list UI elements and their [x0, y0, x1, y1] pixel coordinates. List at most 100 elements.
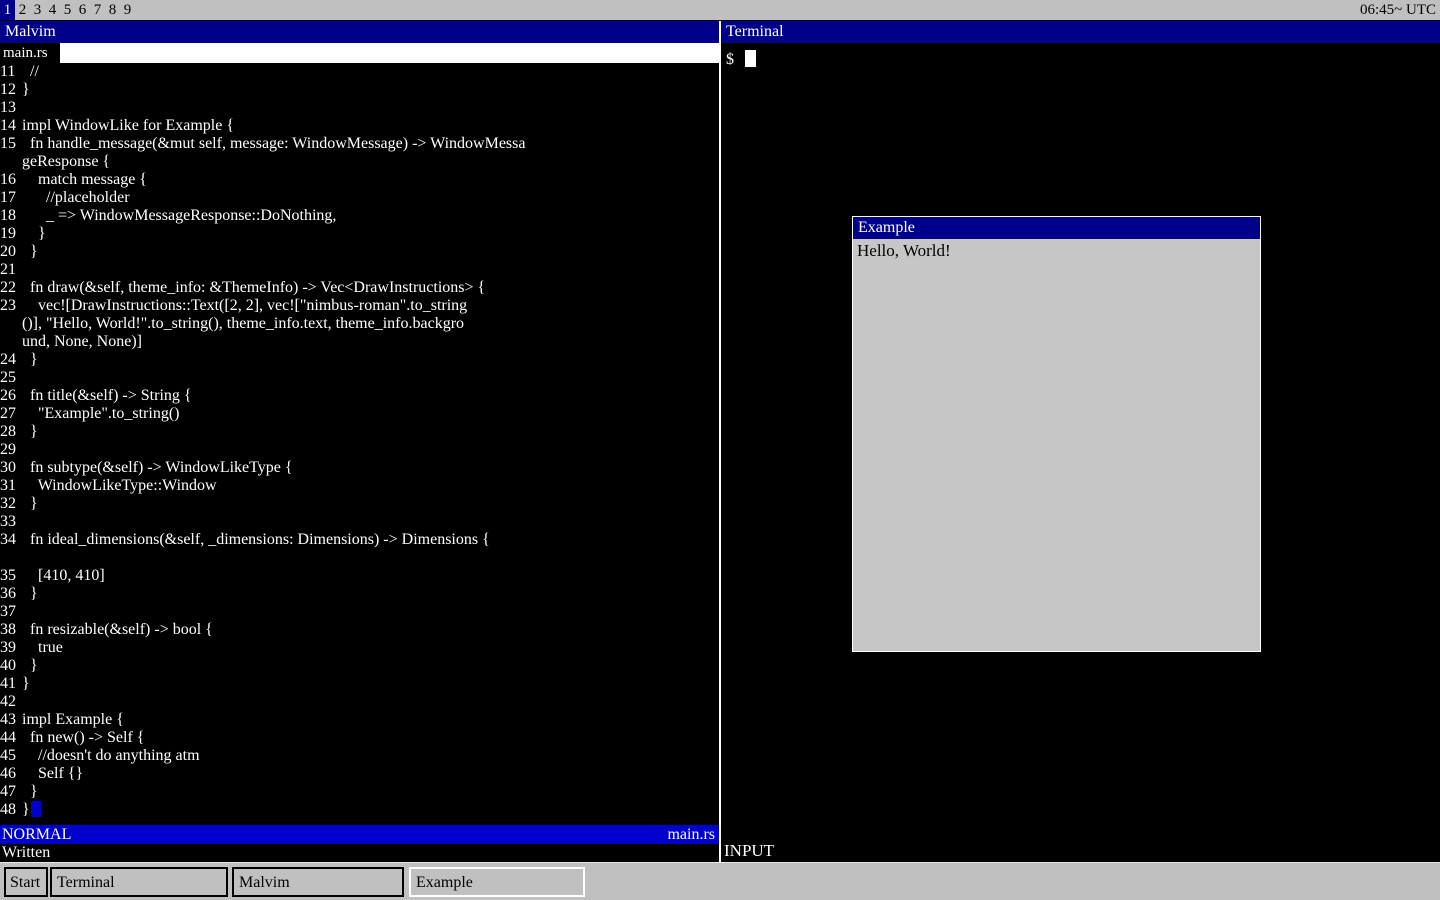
line-text: match message {: [22, 171, 147, 189]
malvim-title: Malvim: [5, 23, 56, 40]
editor-code-area[interactable]: 11 //12}1314impl WindowLike for Example …: [0, 63, 719, 825]
taskbar: Start TerminalMalvimExample: [0, 862, 1440, 900]
workspace-8[interactable]: 8: [105, 0, 120, 20]
editor-mode: NORMAL: [2, 825, 71, 844]
line-text: }: [22, 495, 38, 513]
editor-line: [0, 549, 719, 567]
line-number: 15: [0, 135, 22, 153]
line-number: 45: [0, 747, 22, 765]
line-text: fn new() -> Self {: [22, 729, 144, 747]
start-button[interactable]: Start: [4, 867, 48, 897]
editor-line: 34 fn ideal_dimensions(&self, _dimension…: [0, 531, 719, 549]
editor-line: 38 fn resizable(&self) -> bool {: [0, 621, 719, 639]
workspace-1[interactable]: 1: [0, 0, 15, 20]
line-number: 48: [0, 801, 22, 819]
editor-line: 46 Self {}: [0, 765, 719, 783]
workspace-9[interactable]: 9: [120, 0, 135, 20]
editor-line: 47 }: [0, 783, 719, 801]
line-text: WindowLikeType::Window: [22, 477, 217, 495]
editor-line: 26 fn title(&self) -> String {: [0, 387, 719, 405]
line-text: Self {}: [22, 765, 83, 783]
workspace-3[interactable]: 3: [30, 0, 45, 20]
line-number: 13: [0, 99, 22, 117]
editor-message: Written: [0, 844, 719, 862]
example-titlebar[interactable]: Example: [853, 217, 1260, 239]
line-number: 40: [0, 657, 22, 675]
editor-line: 31 WindowLikeType::Window: [0, 477, 719, 495]
workspace-2[interactable]: 2: [15, 0, 30, 20]
terminal-content[interactable]: $: [721, 43, 1440, 69]
editor-line: 25: [0, 369, 719, 387]
line-number: [0, 549, 22, 567]
line-number: 39: [0, 639, 22, 657]
workspace-6[interactable]: 6: [75, 0, 90, 20]
line-number: 18: [0, 207, 22, 225]
workspace-5[interactable]: 5: [60, 0, 75, 20]
taskbar-button-terminal[interactable]: Terminal: [50, 867, 228, 897]
line-text: }: [22, 225, 46, 243]
line-text: fn subtype(&self) -> WindowLikeType {: [22, 459, 293, 477]
editor-line: 21: [0, 261, 719, 279]
line-number: 42: [0, 693, 22, 711]
editor-line: 13: [0, 99, 719, 117]
line-text: //placeholder: [22, 189, 130, 207]
line-number: 41: [0, 675, 22, 693]
line-number: 26: [0, 387, 22, 405]
editor-line: 27 "Example".to_string(): [0, 405, 719, 423]
taskbar-button-malvim[interactable]: Malvim: [232, 867, 404, 897]
editor-line: 43impl Example {: [0, 711, 719, 729]
line-number: 25: [0, 369, 22, 387]
editor-line: 41}: [0, 675, 719, 693]
window-malvim: Malvim main.rs 11 //12}1314impl WindowLi…: [0, 21, 719, 862]
tab-main-rs[interactable]: main.rs: [0, 43, 60, 63]
line-number: 37: [0, 603, 22, 621]
line-text: vec![DrawInstructions::Text([2, 2], vec!…: [22, 297, 467, 315]
editor-line: 35 [410, 410]: [0, 567, 719, 585]
editor-line: 12}: [0, 81, 719, 99]
line-text: [410, 410]: [22, 567, 105, 585]
line-number: 33: [0, 513, 22, 531]
editor-line: 15 fn handle_message(&mut self, message:…: [0, 135, 719, 153]
editor-line: ()], "Hello, World!".to_string(), theme_…: [0, 315, 719, 333]
line-number: 19: [0, 225, 22, 243]
editor-line: 37: [0, 603, 719, 621]
workspace-list: 123456789: [0, 0, 135, 20]
line-text: }: [22, 657, 38, 675]
line-number: 27: [0, 405, 22, 423]
taskbar-button-example[interactable]: Example: [409, 867, 585, 897]
line-text: "Example".to_string(): [22, 405, 179, 423]
workspace-4[interactable]: 4: [45, 0, 60, 20]
line-number: 43: [0, 711, 22, 729]
line-text: }: [22, 783, 38, 801]
editor-line: 17 //placeholder: [0, 189, 719, 207]
editor-line: 32 }: [0, 495, 719, 513]
line-number: 28: [0, 423, 22, 441]
terminal-titlebar[interactable]: Terminal: [721, 21, 1440, 43]
line-text: impl WindowLike for Example {: [22, 117, 234, 135]
line-text: //: [22, 63, 39, 81]
editor-line: 48}: [0, 801, 719, 819]
line-number: 20: [0, 243, 22, 261]
editor-line: und, None, None)]: [0, 333, 719, 351]
line-text: fn handle_message(&mut self, message: Wi…: [22, 135, 525, 153]
line-text: und, None, None)]: [22, 333, 142, 351]
example-body-text: Hello, World!: [853, 239, 1260, 263]
line-text: fn title(&self) -> String {: [22, 387, 192, 405]
terminal-cursor: [745, 50, 756, 67]
line-number: 17: [0, 189, 22, 207]
workspace-7[interactable]: 7: [90, 0, 105, 20]
workspace-bar: 123456789 06:45~ UTC: [0, 0, 1440, 21]
terminal-title: Terminal: [726, 23, 784, 40]
editor-line: 39 true: [0, 639, 719, 657]
line-number: 23: [0, 297, 22, 315]
editor-status-file: main.rs: [667, 825, 715, 844]
line-text: }: [22, 801, 30, 819]
line-number: 11: [0, 63, 22, 81]
malvim-titlebar[interactable]: Malvim: [0, 21, 719, 43]
editor-line: 18 _ => WindowMessageResponse::DoNothing…: [0, 207, 719, 225]
line-text: fn draw(&self, theme_info: &ThemeInfo) -…: [22, 279, 485, 297]
malvim-tabbar: main.rs: [0, 43, 719, 63]
clock: 06:45~ UTC: [1360, 0, 1440, 20]
editor-line: 24 }: [0, 351, 719, 369]
line-number: 14: [0, 117, 22, 135]
